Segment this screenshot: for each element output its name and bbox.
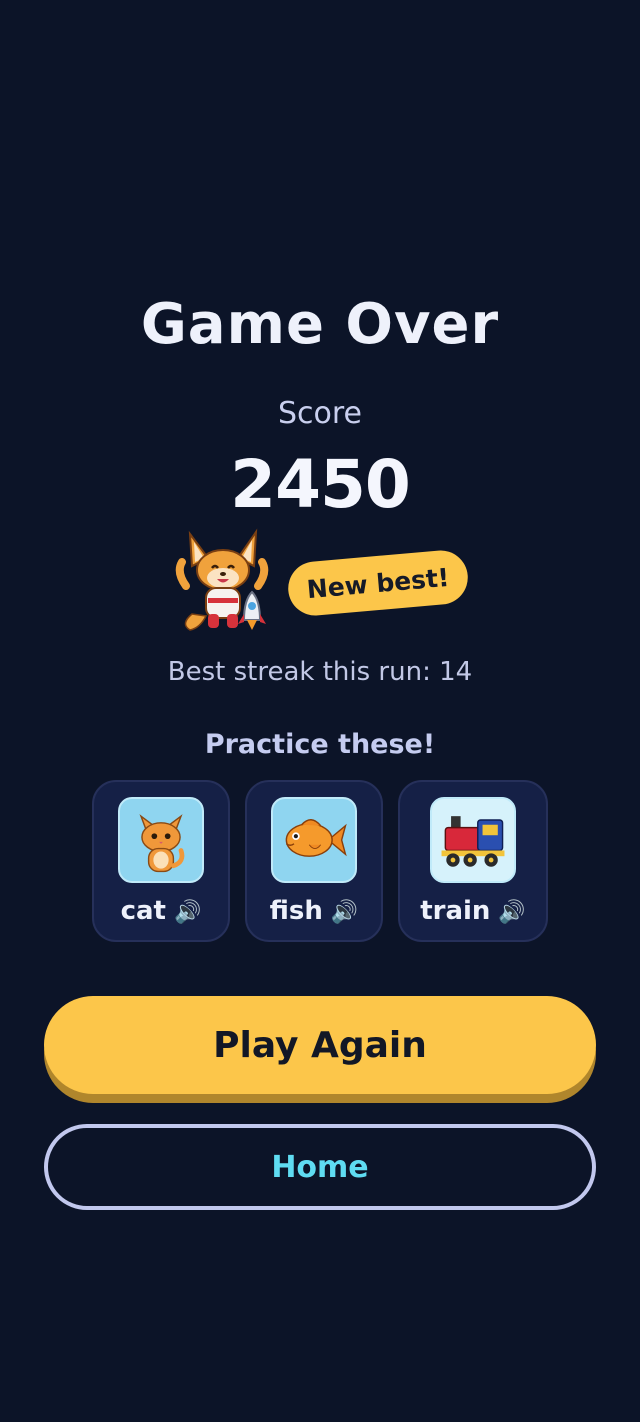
practice-word-label: fish [269,896,323,926]
game-over-title: Game Over [140,292,500,357]
practice-title: Practice these! [204,729,436,760]
speaker-icon[interactable]: 🔊 [498,900,525,925]
new-best-badge: New best! [285,548,471,618]
practice-word-fish: fish 🔊 [247,896,381,926]
practice-card-cat[interactable]: cat 🔊 [92,780,230,942]
play-again-button[interactable]: Play Again [44,996,596,1094]
fish-picture [271,797,357,883]
best-streak-text: Best streak this run: 14 [167,657,473,687]
score-label: Score [277,396,363,431]
practice-card-train[interactable]: train 🔊 [398,780,548,942]
speaker-icon[interactable]: 🔊 [331,900,358,925]
practice-word-train: train 🔊 [400,896,546,926]
practice-word-cat: cat 🔊 [94,896,228,926]
practice-card-fish[interactable]: fish 🔊 [245,780,383,942]
train-picture [430,797,516,883]
speaker-icon[interactable]: 🔊 [174,900,201,925]
practice-word-label: cat [120,896,166,926]
practice-word-label: train [420,896,491,926]
cat-picture [118,797,204,883]
fox-mascot-image [172,528,272,634]
home-button[interactable]: Home [44,1124,596,1210]
score-value: 2450 [230,446,411,523]
